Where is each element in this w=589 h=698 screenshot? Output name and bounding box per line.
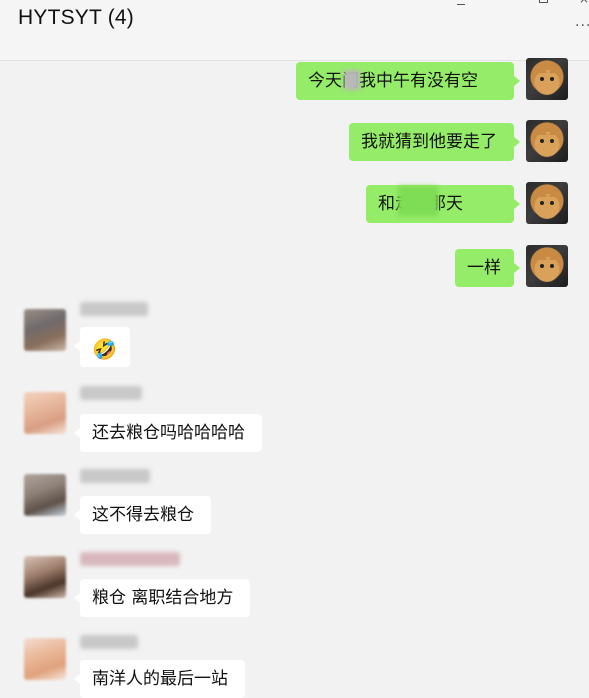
message-bubble-other[interactable]: 还去粮仓吗哈哈哈哈	[74, 414, 262, 452]
message-text: 粮仓 离职结合地方	[92, 588, 234, 608]
message-bubble-other[interactable]: 粮仓 离职结合地方	[74, 579, 250, 617]
member-avatar[interactable]	[24, 309, 66, 351]
message-bubble-self[interactable]: 我就猜到他要走了	[349, 123, 520, 161]
message-text: 一样	[467, 258, 501, 278]
message-bubble-other[interactable]: 南洋人的最后一站	[74, 660, 245, 698]
message-bubble-other[interactable]: 这不得去粮仓	[74, 496, 211, 534]
message-text: 我就猜到他要走了	[361, 132, 497, 152]
chat-title: HYTSYT (4)	[18, 6, 134, 29]
member-avatar[interactable]	[24, 392, 66, 434]
sender-name	[80, 552, 180, 566]
message-bubble-self[interactable]: 和走的那天	[366, 185, 520, 223]
self-avatar[interactable]	[526, 182, 568, 224]
member-avatar[interactable]	[24, 474, 66, 516]
message-bubble-self[interactable]: 一样	[455, 249, 520, 287]
member-avatar[interactable]	[24, 556, 66, 598]
sender-name	[80, 302, 148, 316]
self-avatar[interactable]	[526, 245, 568, 287]
more-icon[interactable]: ···	[575, 18, 589, 34]
sender-name	[80, 635, 138, 649]
close-icon[interactable]: ×	[579, 0, 589, 6]
message-text: 还去粮仓吗哈哈哈哈	[92, 423, 245, 443]
self-avatar[interactable]	[526, 120, 568, 162]
sender-name	[80, 469, 150, 483]
sender-name	[80, 386, 142, 400]
member-avatar[interactable]	[24, 638, 66, 680]
message-text: 今天问我中午有没有空	[308, 71, 478, 91]
message-bubble-self[interactable]: 今天问我中午有没有空	[296, 62, 520, 100]
censor-mosaic	[398, 186, 438, 216]
chat-header: HYTSYT (4) × ···	[0, 0, 589, 61]
maximize-icon[interactable]	[539, 0, 548, 3]
self-avatar[interactable]	[526, 58, 568, 100]
message-text: 南洋人的最后一站	[92, 669, 228, 689]
minimize-icon[interactable]	[457, 0, 465, 5]
message-text: 这不得去粮仓	[92, 505, 194, 525]
censor-mosaic	[344, 70, 360, 90]
rofl-emoji: 🤣	[92, 337, 117, 361]
